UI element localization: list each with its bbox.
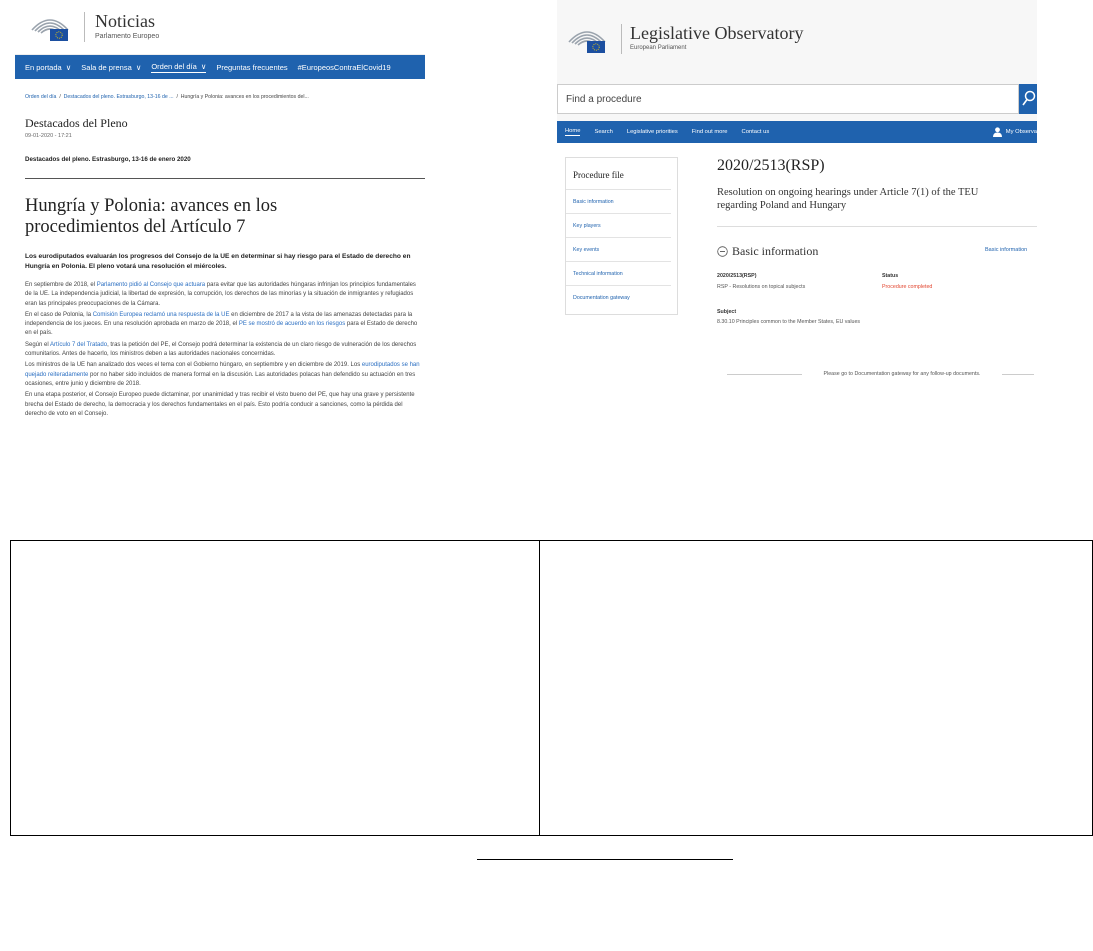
paragraph-text: Los ministros de la UE han analizado dos… <box>25 362 362 369</box>
noticias-screenshot: Noticias Parlamento Europeo En portada ∨… <box>15 0 425 490</box>
breadcrumb-item[interactable]: Orden del día <box>25 94 56 100</box>
ep-logo-icon[interactable] <box>565 24 609 54</box>
nav-europeos-contra-covid[interactable]: #EuropeosContraElCovid19 <box>298 63 391 72</box>
oeil-header: Legislative Observatory European Parliam… <box>557 0 1037 78</box>
article-link[interactable]: Artículo 7 del Tratado <box>50 342 107 348</box>
procedure-sidebar: Procedure file Basic information Key pla… <box>565 157 678 315</box>
breadcrumb-item[interactable]: Destacados del pleno. Estrasburgo, 13-16… <box>64 94 174 100</box>
sidebar-item-documentation-gateway[interactable]: Documentation gateway <box>566 286 671 309</box>
brand-subtitle: European Parliament <box>630 45 687 51</box>
nav-contact-us[interactable]: Contact us <box>742 129 770 135</box>
collapse-minus-icon[interactable] <box>717 246 728 257</box>
paragraph-text: En una etapa posterior, el Consejo Europ… <box>25 392 415 417</box>
documentation-gateway-note: Please go to Documentation gateway for a… <box>727 368 1034 380</box>
status-value: Procedure completed <box>882 284 933 290</box>
divider <box>25 178 425 179</box>
subject-block: Subject 8.30.10 Principles common to the… <box>717 309 1037 326</box>
section-title: Destacados del Pleno <box>25 116 128 130</box>
breadcrumb-separator: / <box>59 94 61 100</box>
subject-label: Subject <box>717 309 737 315</box>
basic-information-grid: 2020/2513(RSP) RSP - Resolutions on topi… <box>717 273 1037 290</box>
procedure-code: 2020/2513(RSP) <box>717 157 825 174</box>
paragraph-text: En septiembre de 2018, el <box>25 282 97 288</box>
divider <box>727 374 802 375</box>
reference-column: 2020/2513(RSP) RSP - Resolutions on topi… <box>717 273 882 290</box>
table-cell-right <box>540 541 1092 835</box>
article-paragraph: En una etapa posterior, el Consejo Europ… <box>25 391 423 419</box>
nav-orden-del-dia[interactable]: Orden del día ∨ <box>151 61 207 73</box>
basic-information-title: Basic information <box>732 244 819 258</box>
chevron-down-icon: ∨ <box>133 62 142 72</box>
brand-title: Noticias <box>95 11 155 31</box>
procedure-main: 2020/2513(RSP) Resolution on ongoing hea… <box>717 157 1037 326</box>
oeil-screenshot: Legislative Observatory European Parliam… <box>557 0 1037 400</box>
divider <box>1002 374 1034 375</box>
paragraph-text: En el caso de Polonia, la <box>25 311 93 318</box>
nav-sala-de-prensa[interactable]: Sala de prensa ∨ <box>81 63 141 72</box>
search-icon <box>1022 90 1036 106</box>
noticias-nav: En portada ∨ Sala de prensa ∨ Orden del … <box>15 55 425 79</box>
sidebar-item-key-players[interactable]: Key players <box>566 214 671 238</box>
breadcrumb-current: Hungría y Polonia: avances en los proced… <box>180 94 309 100</box>
ep-logo-icon[interactable] <box>28 12 72 42</box>
nav-legislative-priorities[interactable]: Legislative priorities <box>627 129 678 135</box>
nav-preguntas-frecuentes[interactable]: Preguntas frecuentes <box>216 63 287 72</box>
article-paragraph: Según el Artículo 7 del Tratado, tras la… <box>25 341 423 360</box>
publish-date: 09-01-2020 - 17:21 <box>25 133 72 139</box>
user-icon <box>992 127 1002 137</box>
breadcrumb: Orden del día / Destacados del pleno. Es… <box>25 94 425 100</box>
article-link[interactable]: Parlamento pidió al Consejo que actuara <box>97 282 205 288</box>
brand-title: Legislative Observatory <box>630 23 804 43</box>
nav-label: Orden del día <box>151 61 197 71</box>
my-observatory-button[interactable]: My Observa <box>992 121 1037 143</box>
nav-en-portada[interactable]: En portada ∨ <box>25 63 71 72</box>
article-paragraph: En el caso de Polonia, la Comisión Europ… <box>25 311 423 339</box>
search-button[interactable] <box>1019 84 1037 114</box>
sidebar-item-technical-information[interactable]: Technical information <box>566 262 671 286</box>
nav-home[interactable]: Home <box>565 128 581 136</box>
documentation-gateway-text: Please go to Documentation gateway for a… <box>802 368 1002 380</box>
nav-search[interactable]: Search <box>594 129 612 135</box>
footnote-separator <box>477 859 733 860</box>
nav-find-out-more[interactable]: Find out more <box>692 129 728 135</box>
article-link[interactable]: PE se mostró de acuerdo en los riesgos <box>239 321 345 327</box>
paragraph-text: Según el <box>25 341 51 348</box>
breadcrumb-separator: / <box>176 94 178 100</box>
sidebar-item-key-events[interactable]: Key events <box>566 238 671 262</box>
article-paragraph: En septiembre de 2018, el Parlamento pid… <box>25 281 423 309</box>
search-input[interactable] <box>557 84 1019 114</box>
basic-information-link[interactable]: Basic information <box>985 247 1027 253</box>
subject-value: 8.30.10 Principles common to the Member … <box>717 319 861 325</box>
brand-subtitle: Parlamento Europeo <box>95 33 160 40</box>
section-subheading: Destacados del pleno. Estrasburgo, 13-16… <box>25 156 191 163</box>
my-observatory-label: My Observa <box>1005 129 1037 135</box>
sidebar-title: Procedure file <box>566 158 671 190</box>
oeil-nav: Home Search Legislative priorities Find … <box>557 121 1037 143</box>
noticias-header: Noticias Parlamento Europeo <box>15 0 425 55</box>
oeil-brand: Legislative Observatory European Parliam… <box>621 24 803 54</box>
nav-label: Sala de prensa <box>81 62 132 72</box>
article-link[interactable]: Comisión Europea reclamó una respuesta d… <box>93 312 230 318</box>
article-paragraph: Los ministros de la UE han analizado dos… <box>25 361 423 389</box>
reference-label: 2020/2513(RSP) <box>717 273 757 279</box>
reference-value: RSP - Resolutions on topical subjects <box>717 284 806 290</box>
table-cell-left <box>11 541 540 835</box>
sidebar-item-basic-information[interactable]: Basic information <box>566 190 671 214</box>
status-label: Status <box>882 273 899 279</box>
basic-information-header: Basic information Basic information <box>717 244 1037 259</box>
chevron-down-icon: ∨ <box>63 62 72 72</box>
divider <box>717 226 1037 227</box>
procedure-title: Resolution on ongoing hearings under Art… <box>717 187 979 211</box>
article-lead: Los eurodiputados evaluarán los progreso… <box>25 253 411 270</box>
article-title: Hungría y Polonia: avances en los proced… <box>25 196 278 237</box>
empty-table <box>10 540 1093 836</box>
status-column: Status Procedure completed <box>882 273 932 290</box>
noticias-brand: Noticias Parlamento Europeo <box>84 12 159 42</box>
nav-label: En portada <box>25 62 62 72</box>
search-bar <box>557 78 1037 121</box>
chevron-down-icon: ∨ <box>198 61 207 71</box>
